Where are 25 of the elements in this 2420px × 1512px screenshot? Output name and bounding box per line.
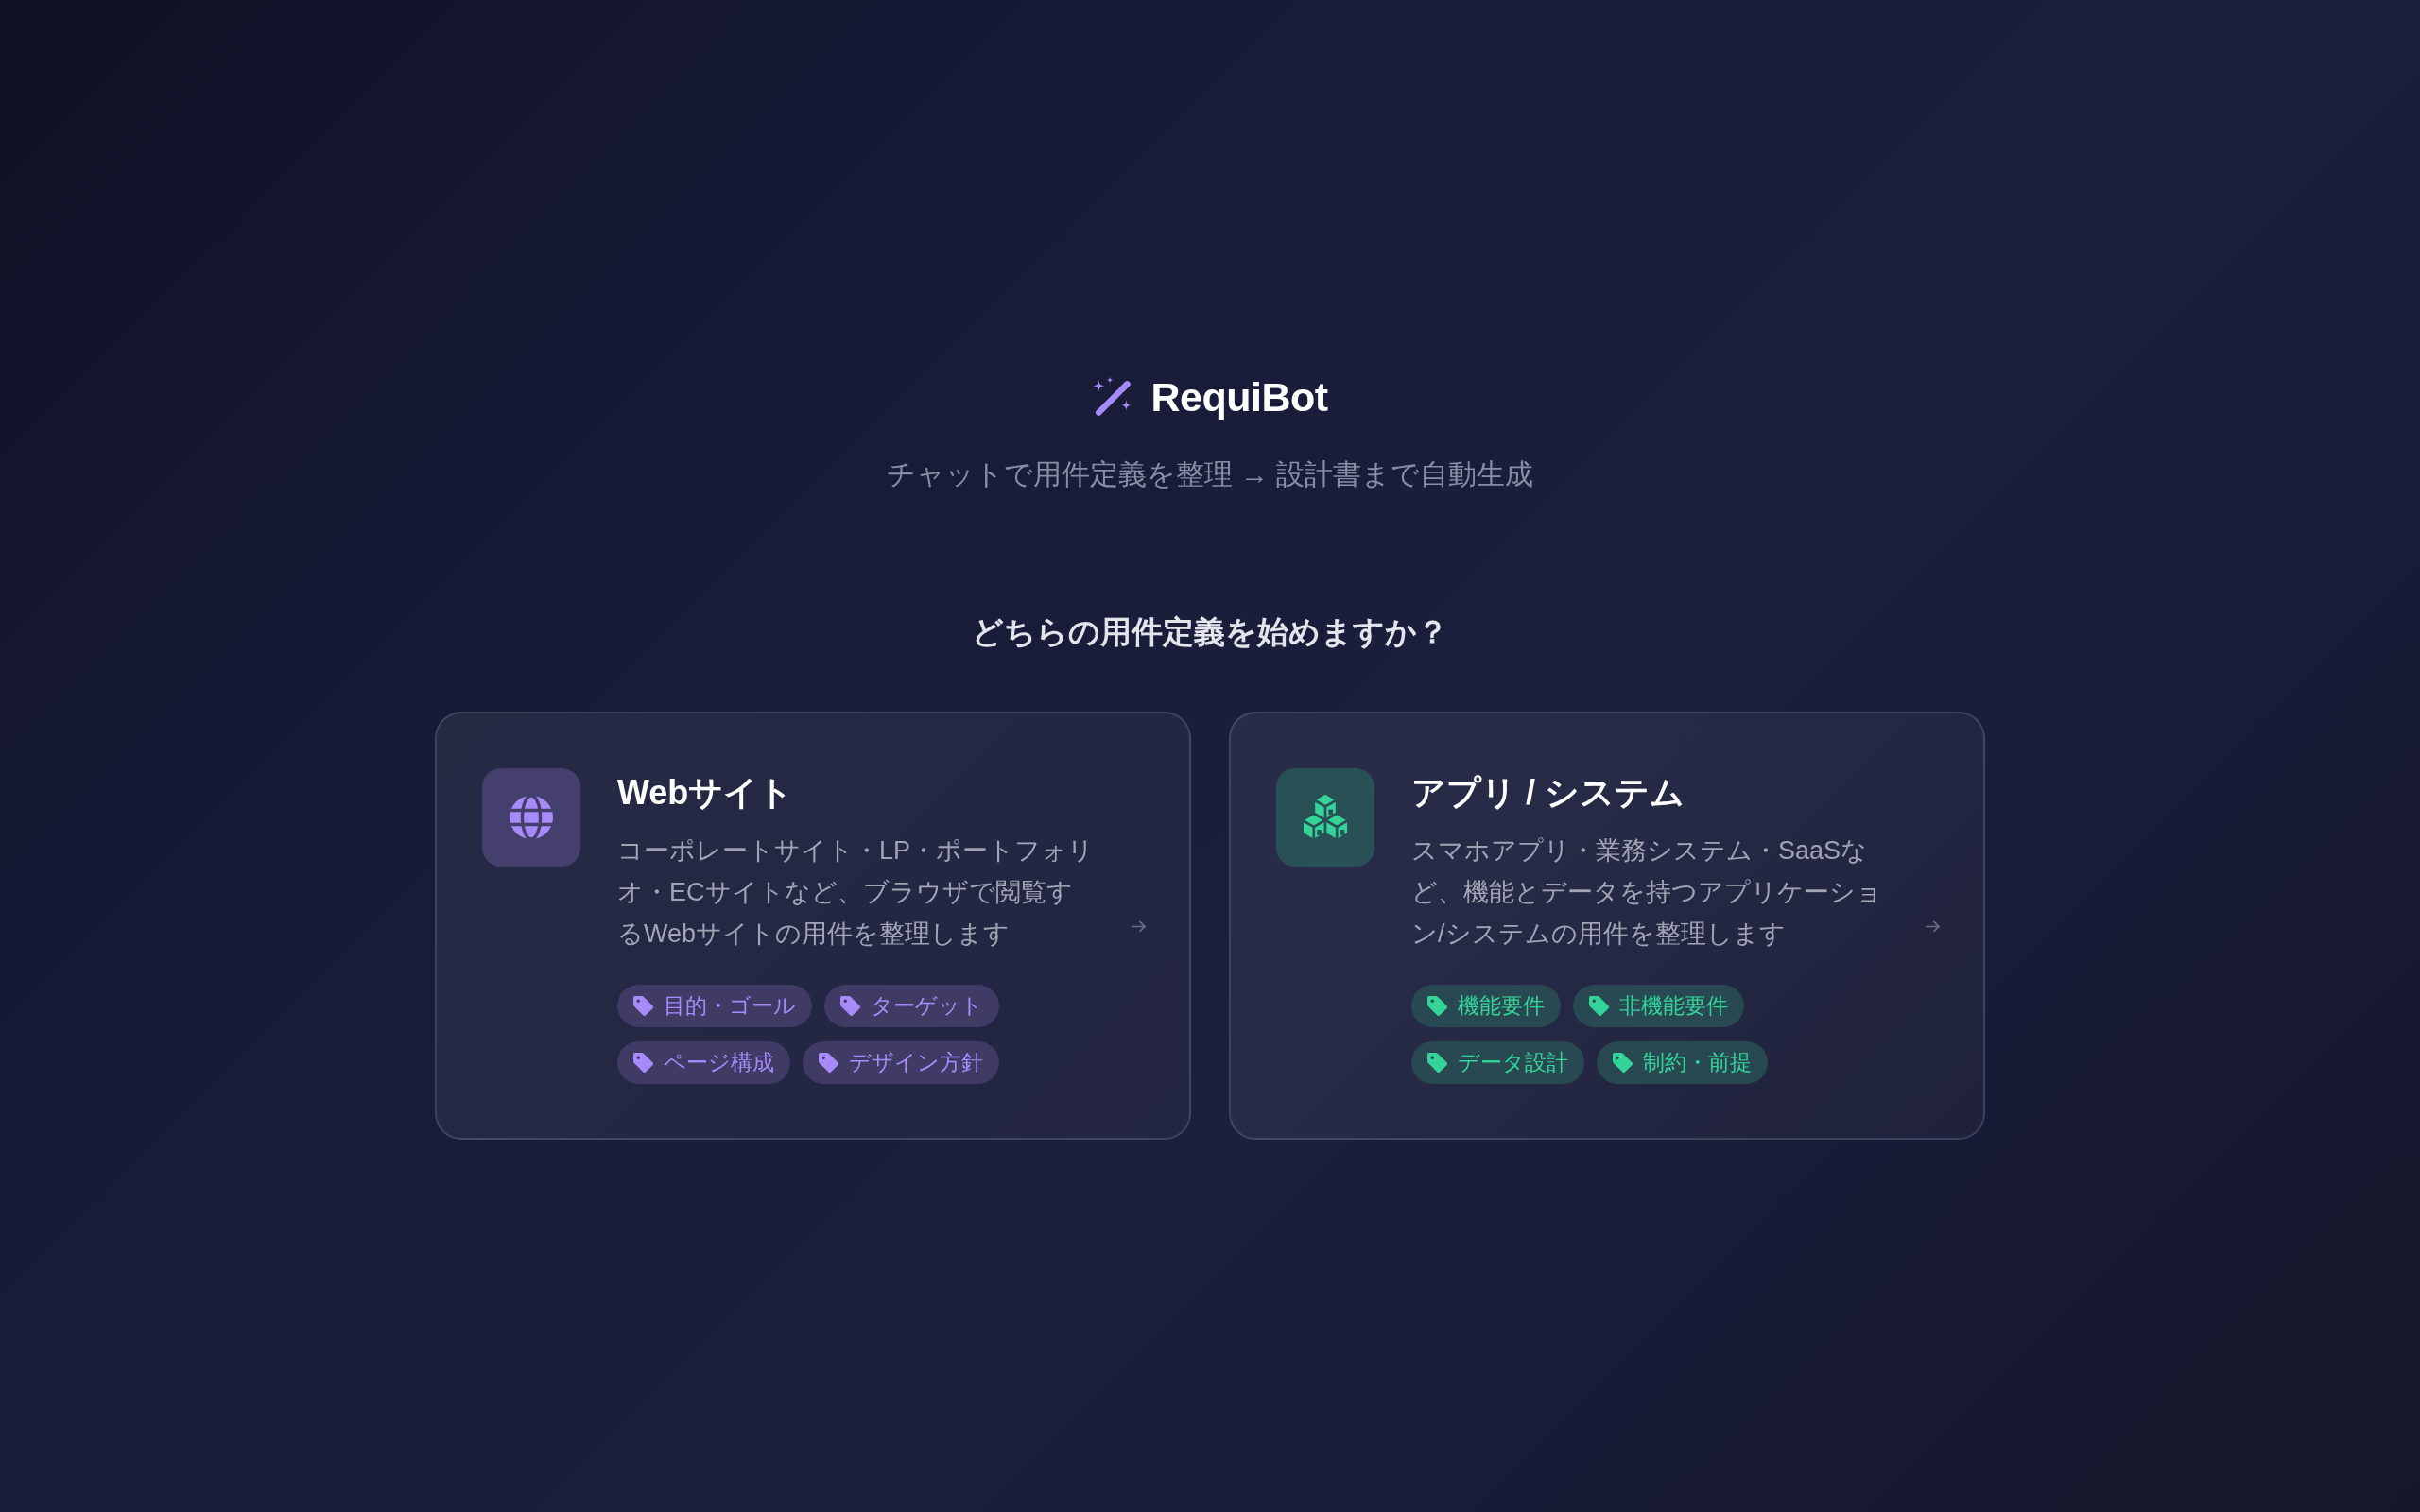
- topic-tag: 目的・ゴール: [617, 985, 812, 1027]
- option-description: コーポレートサイト・LP・ポートフォリオ・ECサイトなど、ブラウザで閲覧するWebサイトの用件を整理します: [617, 835, 1095, 950]
- tag-icon: [1613, 1053, 1633, 1073]
- question-heading: どちらの用件定義を始めますか？: [972, 613, 1448, 651]
- tag-icon: [633, 1053, 653, 1073]
- logo-text: RequiBot: [1150, 373, 1328, 421]
- topic-tag: 制約・前提: [1597, 1041, 1768, 1084]
- tag-icon: [1589, 996, 1609, 1016]
- tag-icon: [1427, 996, 1447, 1016]
- tag-icon: [819, 1053, 838, 1073]
- topic-tag: データ設計: [1411, 1041, 1584, 1084]
- topic-tag: 非機能要件: [1573, 985, 1744, 1027]
- subtitle: チャットで用件定義を整理 → 設計書まで自動生成: [886, 457, 1534, 491]
- tag-icon: [840, 996, 860, 1016]
- tag-icon: [1427, 1053, 1447, 1073]
- option-title: Webサイト: [617, 772, 795, 814]
- topic-tag: ページ構成: [617, 1041, 790, 1084]
- tag-icon: [633, 996, 653, 1016]
- topic-tag: デザイン方針: [803, 1041, 999, 1084]
- option-description: スマホアプリ・業務システム・SaaSなど、機能とデータを持つアプリケーション/システムの用件を整理します: [1411, 835, 1883, 950]
- option-card[interactable]: Webサイト コーポレートサイト・LP・ポートフォリオ・ECサイトなど、ブラウザで閲覧するWebサイトの用件を整理します 目的・ゴール ターゲット ページ構成 デザイン方針: [435, 712, 1191, 1140]
- option-title: アプリ / システム: [1411, 772, 1685, 814]
- topic-tag: 機能要件: [1411, 985, 1561, 1027]
- topic-tag: ターゲット: [824, 985, 999, 1027]
- option-card[interactable]: アプリ / システム スマホアプリ・業務システム・SaaSなど、機能とデータを持つアプリケーション/システムの用件を整理します 機能要件 非機能要件 データ設計 制約・前提: [1229, 712, 1985, 1140]
